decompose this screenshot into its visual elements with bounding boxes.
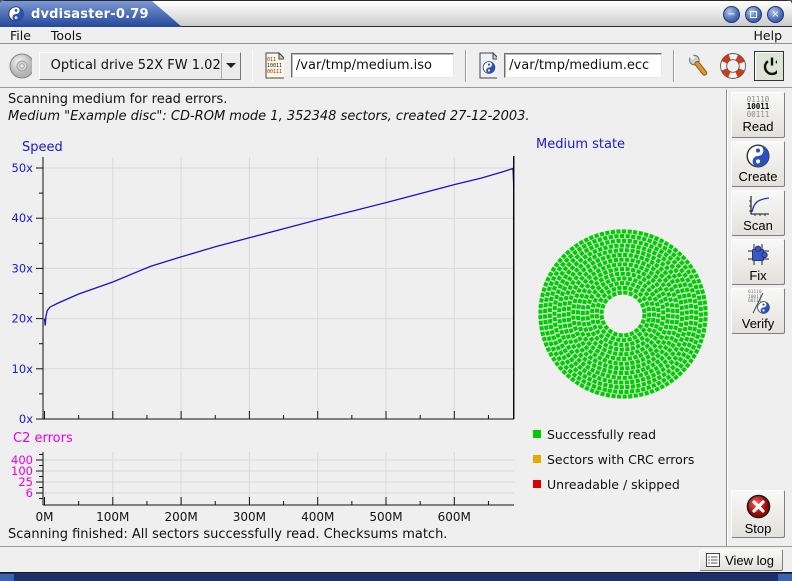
- window-title: dvdisaster-0.79: [31, 7, 149, 22]
- app-logo-yinyang-icon: [8, 6, 24, 22]
- binary-digits-icon: 011101001100111: [747, 96, 770, 119]
- toolbar: Optical drive 52X FW 1.02 011 10011 0011…: [0, 44, 792, 88]
- preferences-button[interactable]: [686, 50, 712, 82]
- svg-text:400M: 400M: [301, 510, 334, 524]
- window-bottom-frame: [0, 572, 792, 581]
- main-content: Scanning medium for read errors. Medium …: [0, 89, 726, 546]
- ecc-file-icon: [478, 52, 497, 79]
- svg-text:10x: 10x: [12, 362, 34, 376]
- quit-power-icon: [761, 55, 777, 77]
- legend-swatch-yellow: [533, 455, 541, 463]
- help-lifesaver-icon: [719, 52, 747, 80]
- svg-text:00111: 00111: [267, 69, 282, 75]
- yin-yang-icon: [746, 144, 770, 168]
- legend-swatch-green: [533, 430, 541, 438]
- view-log-button[interactable]: View log: [699, 549, 783, 571]
- drive-selector[interactable]: Optical drive 52X FW 1.02: [39, 52, 241, 80]
- create-button[interactable]: Create: [731, 141, 785, 187]
- verify-button[interactable]: 011101001100111 Verify: [731, 288, 785, 334]
- toolbar-separator: [465, 50, 467, 82]
- legend-label: Sectors with CRC errors: [547, 452, 694, 467]
- legend-label: Unreadable / skipped: [547, 477, 680, 492]
- window-corner: [778, 574, 792, 581]
- svg-text:6: 6: [26, 486, 33, 500]
- svg-text:C2 errors: C2 errors: [13, 431, 73, 446]
- c2-errors-chart: 4001002560M100M200M300M400M500M600MC2 er…: [11, 431, 514, 524]
- stop-button[interactable]: Stop: [731, 490, 785, 538]
- puzzle-piece-icon: [745, 242, 771, 267]
- speed-curve-icon: [745, 194, 771, 217]
- view-log-label: View log: [725, 553, 774, 568]
- quit-button[interactable]: [754, 51, 784, 81]
- stop-red-x-icon: [745, 493, 772, 520]
- svg-text:300M: 300M: [233, 510, 266, 524]
- svg-text:30x: 30x: [12, 261, 34, 275]
- menu-help[interactable]: Help: [744, 28, 792, 43]
- menu-file[interactable]: File: [0, 28, 41, 43]
- fix-button-label: Fix: [749, 268, 766, 283]
- minimize-button[interactable]: −: [723, 6, 740, 23]
- svg-text:50x: 50x: [12, 161, 34, 175]
- menubar: File Tools Help: [0, 27, 792, 44]
- verify-button-label: Verify: [742, 316, 775, 331]
- toolbar-separator: [673, 50, 675, 82]
- svg-text:500M: 500M: [369, 510, 402, 524]
- legend-item-unreadable: Unreadable / skipped: [533, 477, 723, 491]
- legend-label: Successfully read: [547, 427, 656, 442]
- help-button[interactable]: [719, 50, 747, 82]
- dvdisaster-window: dvdisaster-0.79 − × File Tools Help Opti…: [0, 0, 792, 581]
- scan-button-label: Scan: [743, 218, 773, 233]
- menu-tools[interactable]: Tools: [41, 28, 92, 43]
- read-button-label: Read: [742, 119, 773, 134]
- preferences-wrench-icon: [686, 52, 712, 80]
- log-list-icon: [706, 553, 720, 567]
- create-button-label: Create: [738, 169, 777, 184]
- maximize-button[interactable]: [745, 6, 762, 23]
- svg-text:40x: 40x: [12, 211, 34, 225]
- sidebar-separator: [726, 89, 728, 546]
- iso-image-file-icon: 011 10011 00111: [264, 52, 283, 79]
- legend-item-ok: Successfully read: [533, 427, 723, 441]
- legend-swatch-red: [533, 480, 541, 488]
- ecc-file-input[interactable]: [504, 53, 662, 78]
- titlebar-tab[interactable]: dvdisaster-0.79: [0, 1, 182, 27]
- optical-drive-disc-icon: [8, 52, 32, 80]
- medium-state-disc: [533, 222, 717, 406]
- read-button[interactable]: 011101001100111 Read: [731, 92, 785, 138]
- medium-state-title: Medium state: [536, 137, 625, 152]
- stop-button-label: Stop: [745, 521, 772, 536]
- toolbar-separator: [252, 50, 254, 82]
- titlebar[interactable]: dvdisaster-0.79 − ×: [0, 0, 792, 27]
- status-line-result: Scanning finished: All sectors successfu…: [8, 527, 447, 542]
- svg-text:100M: 100M: [96, 510, 129, 524]
- chevron-down-icon: [226, 63, 236, 68]
- bottombar: View log: [0, 546, 792, 572]
- scan-button[interactable]: Scan: [731, 190, 785, 236]
- svg-text:200M: 200M: [164, 510, 197, 524]
- medium-state-legend: Successfully read Sectors with CRC error…: [533, 427, 723, 502]
- svg-text:0M: 0M: [36, 510, 54, 524]
- svg-text:Speed: Speed: [22, 140, 63, 155]
- image-file-input[interactable]: [291, 53, 454, 78]
- svg-text:600M: 600M: [438, 510, 471, 524]
- drive-selector-value: Optical drive 52X FW 1.02: [40, 58, 221, 73]
- action-sidebar: 011101001100111 Read Create Scan Fix: [729, 89, 792, 546]
- maximize-icon: [750, 11, 757, 18]
- window-corner: [0, 574, 14, 581]
- legend-item-crc: Sectors with CRC errors: [533, 452, 723, 466]
- drive-selector-arrow[interactable]: [221, 53, 240, 79]
- close-button[interactable]: ×: [767, 6, 784, 23]
- svg-text:0x: 0x: [19, 412, 33, 426]
- speed-chart: 0x 10x 20x 30x 40x 50x Speed: [12, 140, 514, 426]
- fix-button[interactable]: Fix: [731, 239, 785, 285]
- compare-binary-yinyang-icon: 011101001100111: [745, 291, 771, 315]
- svg-text:20x: 20x: [12, 312, 34, 326]
